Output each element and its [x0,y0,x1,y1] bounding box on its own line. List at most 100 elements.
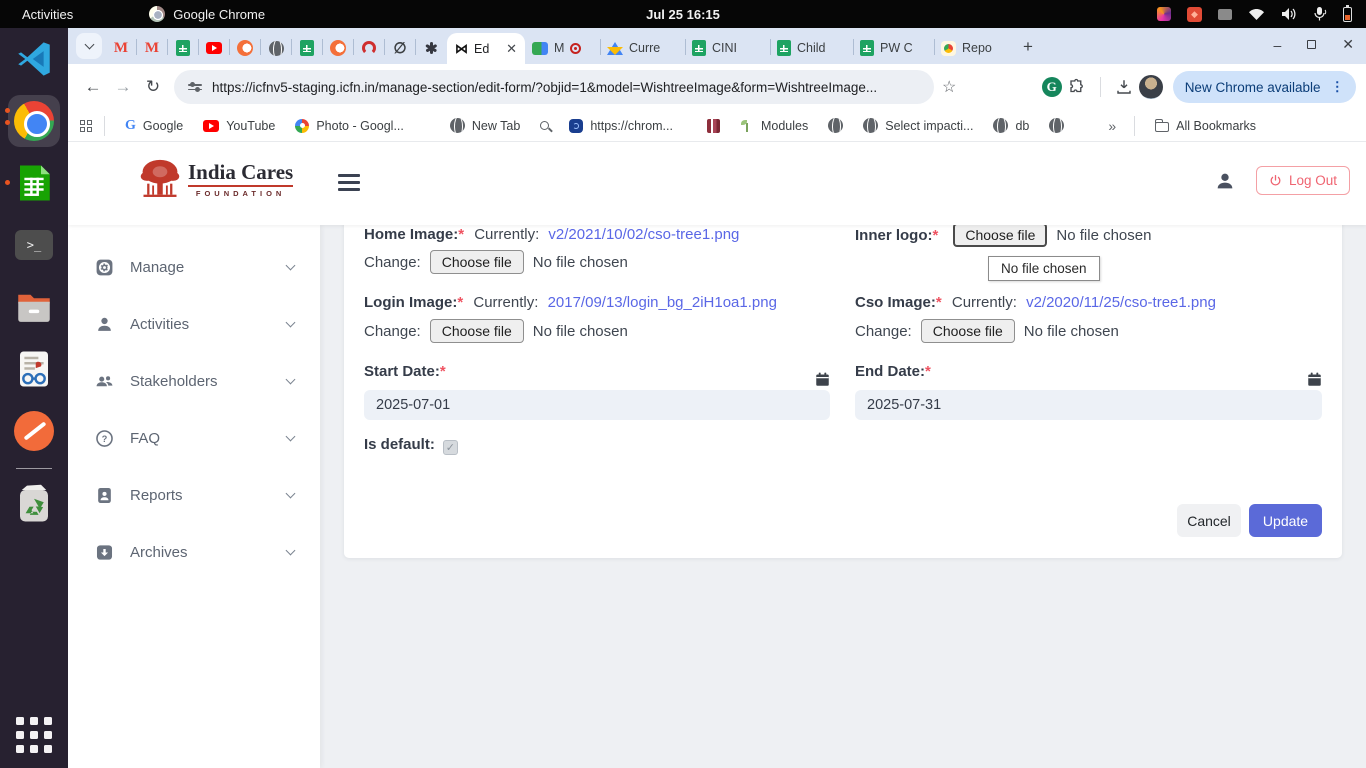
bookmark-star-icon[interactable]: ☆ [942,77,956,97]
minimize-button[interactable]: – [1273,37,1281,53]
user-icon[interactable] [1214,170,1236,192]
bookmark-chrome-link[interactable]: https://chrom... [561,116,681,136]
browser-menu-icon[interactable]: ⋮ [1331,79,1345,95]
site-logo[interactable]: India Cares FOUNDATION [138,156,293,204]
bookmarks-overflow-chevron[interactable]: » [1102,118,1122,134]
home-image-no-file-text: No file chosen [533,254,628,271]
downloads-icon[interactable] [1109,72,1139,102]
dock-document-viewer-icon[interactable] [0,338,68,400]
pinned-tab-orange-app-2[interactable] [323,32,353,64]
address-bar[interactable]: https://icfnv5-staging.icfn.in/manage-se… [174,70,934,104]
pinned-tab-sheets-2[interactable] [292,32,322,64]
dock-vscode-icon[interactable] [0,28,68,90]
back-button[interactable]: ← [78,72,108,102]
pinned-tab-ai[interactable] [416,32,446,64]
is-default-row: Is default: [364,436,458,455]
tab-repo[interactable]: Repo [935,32,1015,64]
bookmark-logo[interactable] [699,116,728,136]
active-tab[interactable]: ⋈ Ed ✕ [447,33,525,64]
forward-button[interactable]: → [108,72,138,102]
tab-cini[interactable]: CINI [686,32,770,64]
window-controls: – ✕ [1273,36,1354,53]
sidebar-item-faq[interactable]: ? FAQ [68,416,320,461]
url-text[interactable]: https://icfnv5-staging.icfn.in/manage-se… [212,80,877,95]
new-tab-button[interactable]: + [1015,34,1041,60]
grammarly-extension-icon[interactable]: G [1042,77,1062,97]
update-chrome-chip[interactable]: New Chrome available ⋮ [1173,71,1356,103]
tab-search-button[interactable] [76,33,102,59]
dock-postman-icon[interactable] [0,400,68,462]
tab-child[interactable]: Child [771,32,853,64]
apps-grid-icon[interactable] [80,120,92,132]
close-tab-icon[interactable]: ✕ [506,41,517,57]
google-sheets-icon [300,40,314,56]
tab-drive[interactable]: Curre [601,32,685,64]
site-controls-icon[interactable] [188,84,202,90]
home-image-link[interactable]: v2/2021/10/02/cso-tree1.png [548,226,739,243]
end-date-input[interactable] [855,390,1322,420]
dock-terminal-icon[interactable]: >_ [0,214,68,276]
is-default-checkbox[interactable] [443,440,458,455]
restore-button[interactable] [1307,40,1316,49]
pinned-tab-null[interactable]: ∅ [385,32,415,64]
bookmark-photos[interactable]: Photo - Googl... [287,116,412,136]
battery-icon [1343,7,1352,22]
sidebar-item-stakeholders[interactable]: Stakeholders [68,359,320,404]
inner-logo-choose-file-button[interactable]: Choose file [953,223,1047,247]
ide-tray-icon [1157,7,1171,21]
pinned-tab-red-arc[interactable] [354,32,384,64]
pinned-tab-youtube[interactable] [199,32,229,64]
cso-image-choose-file-button[interactable]: Choose file [921,319,1015,343]
logout-button[interactable]: Log Out [1256,166,1350,195]
pinned-tab-sheets[interactable] [168,32,198,64]
home-image-choose-file-button[interactable]: Choose file [430,250,524,274]
bookmark-youtube[interactable]: YouTube [195,116,283,136]
reload-button[interactable]: ↻ [138,72,168,102]
login-image-link[interactable]: 2017/09/13/login_bg_2iH1oa1.png [548,294,777,311]
sidebar-item-archives[interactable]: Archives [68,530,320,575]
pinned-tab-orange-app[interactable] [230,32,260,64]
cso-image-link[interactable]: v2/2020/11/25/cso-tree1.png [1026,294,1216,311]
folder-icon [1155,122,1169,132]
pinned-tab-gmail[interactable]: M [106,32,136,64]
profile-avatar[interactable] [1139,75,1163,99]
chevron-down-icon [84,40,94,50]
bookmark-modules[interactable]: Modules [732,116,816,136]
show-applications-button[interactable] [0,704,68,766]
close-window-button[interactable]: ✕ [1342,36,1354,53]
cancel-button[interactable]: Cancel [1177,504,1241,537]
pinned-tab-globe[interactable] [261,32,291,64]
gmail-icon: M [113,40,129,56]
cso-image-no-file-text: No file chosen [1024,323,1119,340]
bookmark-globe-1[interactable] [820,115,851,136]
chevron-down-icon [286,432,296,442]
start-date-input[interactable] [364,390,830,420]
sidebar-item-manage[interactable]: Manage [68,245,320,290]
calendar-icon[interactable] [1307,372,1322,387]
pinned-tab-gmail-2[interactable]: M [137,32,167,64]
sidebar-item-reports[interactable]: Reports [68,473,320,518]
dock-chrome-icon[interactable] [0,90,68,152]
bookmark-select-impact[interactable]: Select impacti... [855,115,981,136]
update-button[interactable]: Update [1249,504,1322,537]
dock-files-icon[interactable] [0,276,68,338]
ai-flower-icon [423,40,439,56]
tab-meet[interactable]: M [526,32,600,64]
sidebar-toggle-hamburger[interactable] [338,174,360,191]
login-image-choose-file-button[interactable]: Choose file [430,319,524,343]
system-tray[interactable]: ◆ [1157,0,1352,28]
bookmark-new-tab[interactable]: New Tab [442,115,528,136]
bookmark-db[interactable]: db [985,115,1037,136]
calendar-icon[interactable] [815,372,830,387]
dock-trash-icon[interactable] [0,475,68,533]
bookmark-globe-2[interactable] [1041,115,1072,136]
all-bookmarks-button[interactable]: All Bookmarks [1147,116,1264,136]
search-icon [540,121,549,130]
dock-libreoffice-calc-icon[interactable] [0,152,68,214]
recording-icon [570,43,581,54]
sidebar-item-activities[interactable]: Activities [68,302,320,347]
extensions-puzzle-icon[interactable] [1062,72,1092,102]
bookmark-google[interactable]: GGoogle [117,115,191,137]
tab-pw[interactable]: PW C [854,32,934,64]
bookmark-search[interactable] [532,118,557,133]
